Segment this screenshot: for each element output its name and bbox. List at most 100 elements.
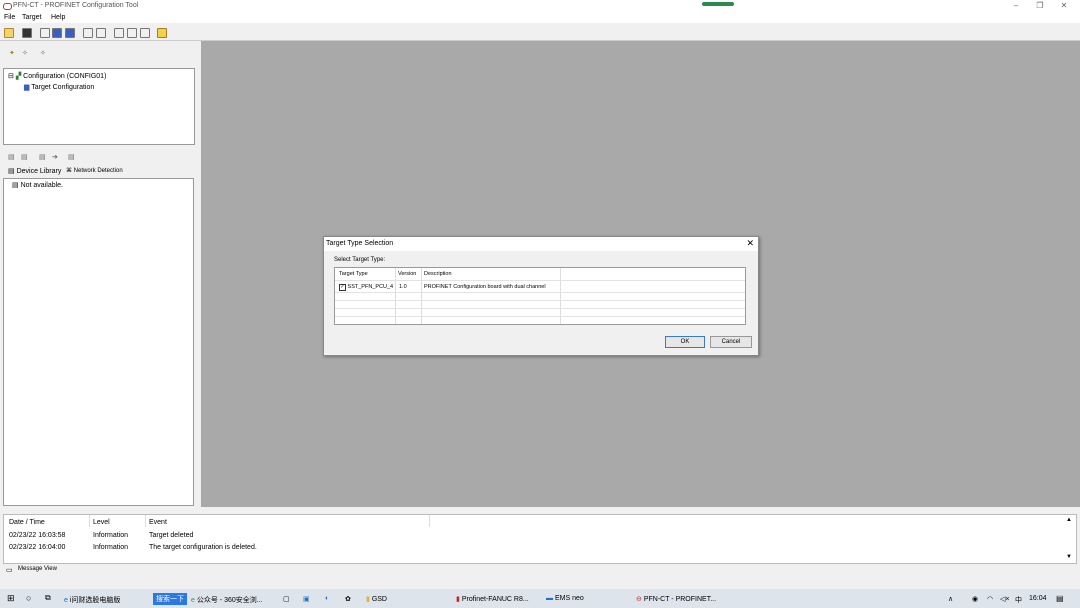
download-icon[interactable]	[96, 28, 106, 38]
menu-target[interactable]: Target	[22, 14, 41, 21]
arrow-right-icon[interactable]: ➜	[52, 153, 59, 161]
taskbar-pin-1[interactable]: ▢	[283, 595, 290, 603]
row-checkbox[interactable]: ✓	[339, 284, 346, 291]
scroll-up-icon[interactable]: ▲	[1066, 517, 1072, 523]
log-col-event[interactable]: Event	[149, 519, 167, 526]
menu-help[interactable]: Help	[51, 14, 65, 21]
taskbar: ⊞ ○ ⧉ e i问财选股电脑版 搜索一下 e 公众号 - 360安全浏... …	[0, 589, 1080, 608]
network-node-icon: ▞	[15, 73, 22, 80]
search-circle-icon[interactable]: ○	[26, 593, 31, 603]
tree-child-label: Target Configuration	[31, 84, 95, 91]
group-label: Select Target Type:	[334, 257, 386, 263]
log-col-datetime[interactable]: Date / Time	[9, 519, 45, 526]
save-icon[interactable]	[22, 28, 32, 38]
notification-icon[interactable]: ▤	[1056, 594, 1064, 603]
message-log: Date / Time Level Event 02/23/22 16:03:5…	[3, 514, 1077, 564]
table-row[interactable]: ✓ SST_PFN_PCU_4	[339, 284, 393, 291]
cell-description: PROFINET Configuration board with dual c…	[424, 284, 546, 290]
taskbar-item-4-label: Profinet-FANUC R8...	[461, 596, 529, 603]
taskbar-item-6[interactable]: ⊖ PFN-CT - PROFINET...	[636, 595, 716, 603]
taskbar-pin-4[interactable]: ✿	[345, 595, 351, 603]
col-target-type[interactable]: Target Type	[339, 271, 368, 277]
folder-icon: ▮	[366, 596, 370, 603]
properties-icon[interactable]: ✧	[40, 49, 47, 57]
log-row-1-time: 02/23/22 16:03:58	[9, 532, 66, 539]
log-col-level[interactable]: Level	[93, 519, 110, 526]
help-icon[interactable]	[157, 28, 167, 38]
log-row-2-time: 02/23/22 16:04:00	[9, 544, 66, 551]
taskbar-item-3[interactable]: ▮ GSD	[366, 595, 387, 603]
clock[interactable]: 16:04	[1029, 595, 1047, 602]
minimize-icon[interactable]: –	[1010, 1, 1022, 10]
message-view-icon: ▭	[6, 567, 13, 574]
message-view-label: Message View	[18, 566, 57, 572]
cancel-button[interactable]: Cancel	[710, 336, 752, 348]
tab-network-detection[interactable]: ⌘ Network Detection	[66, 167, 123, 174]
library-icon-2[interactable]: ▤	[21, 153, 28, 161]
tray-expand-icon[interactable]: ∧	[948, 595, 953, 603]
taskbar-item-5-label: EMS neo	[554, 595, 584, 602]
restore-icon[interactable]: ❐	[1034, 1, 1046, 10]
windows-start-icon[interactable]: ⊞	[7, 593, 15, 604]
device-library-panel: ▤ Not available.	[3, 178, 194, 506]
open-folder-icon[interactable]	[4, 28, 14, 38]
tree-root-label: Configuration (CONFIG01)	[23, 73, 107, 80]
remove-icon[interactable]: ✧	[22, 49, 29, 57]
library-icon-1[interactable]: ▤	[8, 153, 15, 161]
drag-handle[interactable]	[702, 2, 734, 6]
volume-icon[interactable]: ◁×	[1000, 595, 1009, 603]
close-window-icon[interactable]: ✕	[1058, 1, 1070, 10]
col-description[interactable]: Description	[424, 271, 452, 277]
log-row-2-event: The target configuration is deleted.	[149, 544, 257, 551]
library-item[interactable]: ▤ Not available.	[12, 181, 63, 189]
title-bar: PFN-CT - PROFINET Configuration Tool – ❐…	[0, 0, 1080, 12]
taskbar-item-2[interactable]: e 公众号 - 360安全浏...	[191, 595, 263, 605]
cell-target-type: SST_PFN_PCU_4	[347, 284, 394, 290]
menu-file[interactable]: File	[4, 14, 15, 21]
taskbar-item-1[interactable]: e i问财选股电脑版	[64, 595, 120, 605]
diagnostic-icon[interactable]	[140, 28, 150, 38]
tab-device-library[interactable]: ▤ Device Library	[8, 167, 61, 175]
network-icon[interactable]	[114, 28, 124, 38]
view-split-icon[interactable]	[65, 28, 75, 38]
pfn-ct-icon: ⊖	[636, 596, 642, 603]
left-pane: ✦ ✧ ✧ ⊟ ▞ Configuration (CONFIG01) ▆ Tar…	[0, 41, 199, 507]
upload-icon[interactable]	[83, 28, 93, 38]
dialog-close-icon[interactable]: ✕	[746, 238, 754, 249]
browser-icon: e	[64, 597, 68, 604]
tab-network-detection-label: Network Detection	[73, 168, 123, 174]
col-version[interactable]: Version	[398, 271, 416, 277]
configuration-tree: ⊟ ▞ Configuration (CONFIG01) ▆ Target Co…	[3, 68, 195, 145]
wifi-icon[interactable]: ◠	[987, 595, 993, 603]
book-icon: ▤	[8, 168, 15, 175]
browser-360-icon: e	[191, 597, 195, 604]
taskbar-item-5[interactable]: ▬ EMS neo	[546, 595, 584, 602]
taskbar-item-3-label: GSD	[371, 596, 387, 603]
taskbar-pin-3[interactable]: ◐	[325, 595, 329, 602]
library-icon-4[interactable]: ▤	[68, 153, 75, 161]
book-icon: ▤	[12, 182, 19, 189]
log-row-1-level: Information	[93, 532, 129, 539]
ime-indicator[interactable]: 中	[1015, 595, 1022, 605]
target-type-grid: Target Type Version Description ✓ SST_PF…	[334, 267, 746, 325]
taskbar-pin-2[interactable]: ▣	[303, 595, 310, 603]
scroll-down-icon[interactable]: ▼	[1066, 554, 1072, 560]
print-icon[interactable]	[40, 28, 50, 38]
view-icon[interactable]	[52, 28, 62, 38]
taskbar-item-4[interactable]: ▮ Profinet-FANUC R8...	[456, 595, 529, 603]
log-row-1-event: Target deleted	[149, 532, 194, 539]
app-icon	[3, 3, 12, 10]
device-icon[interactable]	[127, 28, 137, 38]
target-type-dialog: Target Type Selection ✕ Select Target Ty…	[323, 236, 759, 356]
task-view-icon[interactable]: ⧉	[45, 593, 51, 603]
network-detect-icon: ⌘	[66, 168, 72, 174]
cell-version: 1.0	[399, 284, 407, 290]
tray-icon-1[interactable]: ◉	[972, 595, 978, 603]
ok-button[interactable]: OK	[665, 336, 705, 348]
library-icon-3[interactable]: ▤	[39, 153, 46, 161]
search-button[interactable]: 搜索一下	[153, 593, 187, 605]
add-icon[interactable]: ✦	[9, 49, 16, 57]
tree-item-target[interactable]: ▆ Target Configuration	[24, 83, 94, 91]
tree-item-configuration[interactable]: ⊟ ▞ Configuration (CONFIG01)	[8, 72, 106, 80]
pdf-icon: ▮	[456, 596, 460, 603]
